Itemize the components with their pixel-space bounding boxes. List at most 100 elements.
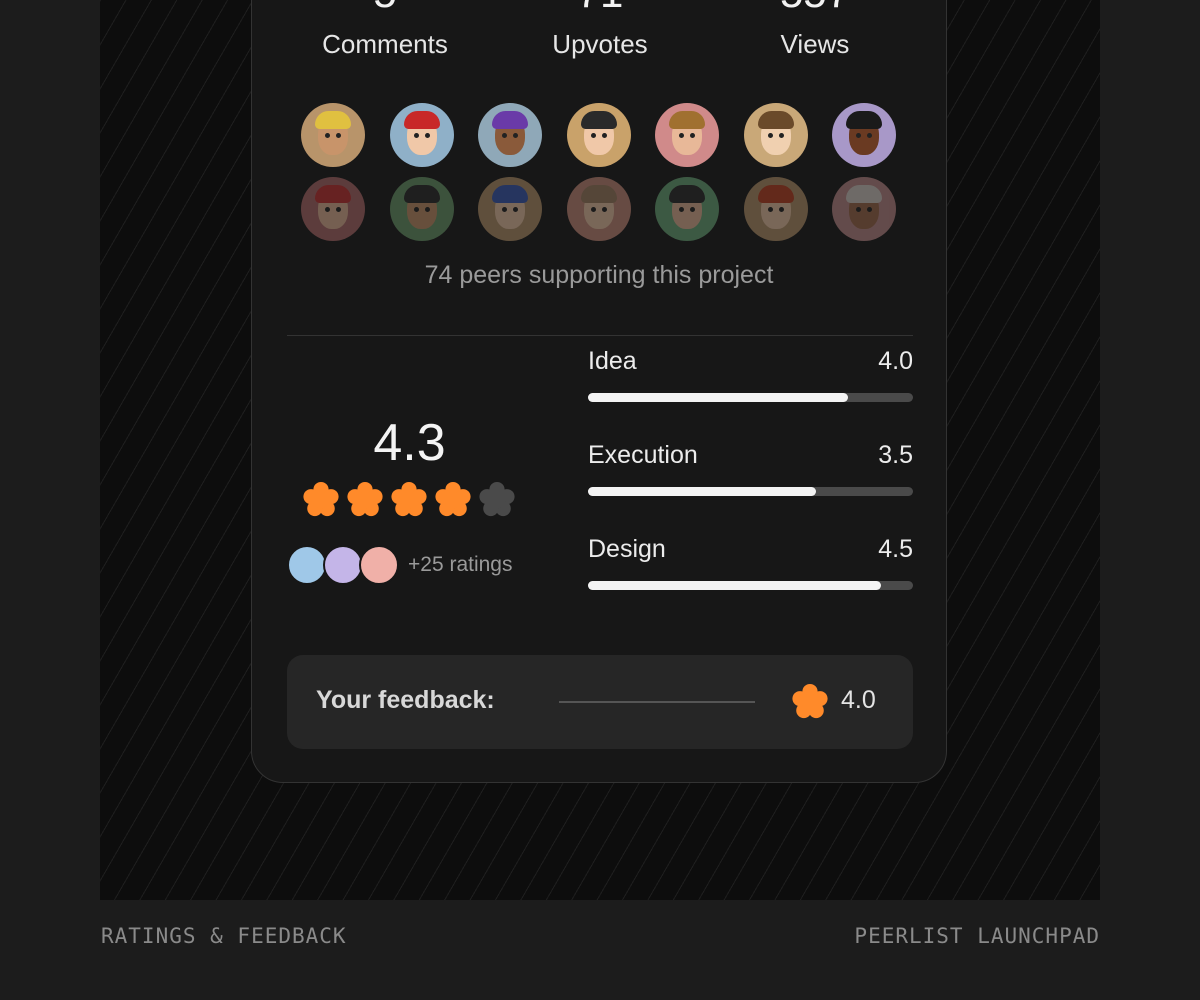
avatar-eye	[502, 207, 507, 212]
avatar-eye	[679, 207, 684, 212]
avatar-red-hair[interactable]	[389, 103, 454, 167]
avatar-eye	[601, 133, 607, 138]
star-filled-icon	[347, 481, 383, 517]
avatar-eye	[590, 133, 596, 138]
avatar-blue-hair[interactable]	[478, 177, 542, 241]
rating-execution-fill	[588, 487, 816, 496]
rater-avatar-1	[287, 545, 327, 585]
rater-avatar-2	[323, 545, 363, 585]
avatar-hair	[846, 185, 882, 203]
avatar-hair	[669, 111, 705, 129]
rating-design: Design 4.5	[588, 535, 913, 605]
rating-idea-track	[588, 393, 913, 402]
rating-design-fill	[588, 581, 881, 590]
avatar-eye	[325, 133, 330, 138]
avatar-eye	[513, 207, 518, 212]
ratings-count: +25 ratings	[408, 553, 513, 576]
footer-caption-right: PEERLIST LAUNCHPAD	[854, 924, 1100, 948]
rating-execution-label: Execution	[588, 441, 698, 469]
section-divider	[287, 335, 913, 336]
avatar-dark-smile[interactable]	[832, 103, 896, 167]
avatar-eye	[424, 207, 430, 212]
avatar-eye	[778, 133, 784, 138]
rating-execution: Execution 3.5	[588, 441, 913, 511]
avatar-eye	[690, 133, 695, 138]
avatar-eye	[778, 207, 784, 212]
views-label: Views	[780, 29, 850, 59]
star-filled-icon	[391, 481, 427, 517]
supporters-count-text: 74 peers supporting this project	[424, 261, 774, 289]
avatar-eye	[590, 207, 596, 212]
avatar-bucket-hat[interactable]	[566, 177, 631, 241]
avatar-red-hair-glasses[interactable]	[743, 177, 808, 241]
avatar-eye	[601, 207, 607, 212]
avatar-eye	[856, 207, 861, 212]
rating-idea-fill	[588, 393, 848, 402]
avatar-hair	[757, 111, 794, 129]
upvotes-label: Upvotes	[552, 29, 648, 59]
avatar-hair	[757, 185, 794, 203]
avatar-hair	[669, 185, 705, 203]
comments-count: 5	[285, 0, 485, 14]
rating-design-track	[588, 581, 913, 590]
avatar-eye	[513, 133, 518, 138]
avatar-eye	[867, 133, 872, 138]
avatar-eye	[413, 207, 419, 212]
rater-avatar-3	[359, 545, 399, 585]
avatar-red-bandana[interactable]	[301, 177, 365, 241]
your-feedback-panel[interactable]: Your feedback: 4.0	[287, 655, 913, 749]
star-filled-icon	[435, 481, 471, 517]
avatar-eye	[336, 207, 341, 212]
avatar-bearded-glasses-2[interactable]	[655, 177, 719, 241]
rating-idea-label: Idea	[588, 347, 637, 375]
avatar-eye	[856, 133, 861, 138]
rating-execution-track	[588, 487, 913, 496]
footer-caption-left: RATINGS & FEEDBACK	[101, 924, 347, 948]
rating-execution-value: 3.5	[878, 441, 913, 469]
avatar-hair	[580, 185, 617, 203]
avatar-eye	[424, 133, 430, 138]
rating-idea-value: 4.0	[878, 347, 913, 375]
category-ratings: Idea 4.0 Execution 3.5 Design 4.5	[588, 347, 913, 633]
rater-avatars[interactable]: +25 ratings	[287, 545, 537, 585]
avatar-hair	[403, 185, 440, 203]
avatar-bearded-glasses[interactable]	[566, 103, 631, 167]
avatar-hair	[492, 111, 528, 129]
avatar-beret-woman[interactable]	[655, 103, 719, 167]
star-filled-icon	[303, 481, 339, 517]
avatar-eye	[767, 133, 773, 138]
comments-label: Comments	[322, 29, 448, 59]
avatar-hair	[315, 111, 351, 129]
project-stats-card: 5 Comments 71 Upvotes 557 Views 74 peers…	[251, 0, 947, 783]
avatar-eye	[336, 133, 341, 138]
rating-design-label: Design	[588, 535, 666, 563]
avatar-eye	[325, 207, 330, 212]
avatar-purple-cap[interactable]	[478, 103, 542, 167]
avatar-keffiyeh[interactable]	[389, 177, 454, 241]
avatar-eye	[690, 207, 695, 212]
avatar-blonde-glasses[interactable]	[301, 103, 365, 167]
avatar-hair	[846, 111, 882, 129]
supporter-avatars	[301, 103, 901, 243]
rating-design-value: 4.5	[878, 535, 913, 563]
showcase-stage: 5 Comments 71 Upvotes 557 Views 74 peers…	[100, 0, 1100, 900]
your-feedback-value: 4.0	[841, 686, 876, 714]
avatar-hair	[403, 111, 440, 129]
star-rating	[302, 481, 522, 521]
star-empty-icon	[479, 481, 515, 517]
stats-row: 5 Comments 71 Upvotes 557 Views	[252, 0, 946, 63]
feedback-slider-track[interactable]	[559, 701, 755, 703]
flower-star-icon	[792, 683, 828, 719]
upvotes-count: 71	[500, 0, 700, 14]
views-count: 557	[715, 0, 915, 14]
avatar-eye	[413, 133, 419, 138]
rating-idea: Idea 4.0	[588, 347, 913, 417]
avatar-eye	[502, 133, 507, 138]
avatar-eye	[679, 133, 684, 138]
your-feedback-label: Your feedback:	[316, 686, 495, 714]
overall-score: 4.3	[373, 414, 446, 472]
avatar-hair	[315, 185, 351, 203]
avatar-eye	[867, 207, 872, 212]
avatar-curly-glasses[interactable]	[743, 103, 808, 167]
avatar-headscarf[interactable]	[832, 177, 896, 241]
